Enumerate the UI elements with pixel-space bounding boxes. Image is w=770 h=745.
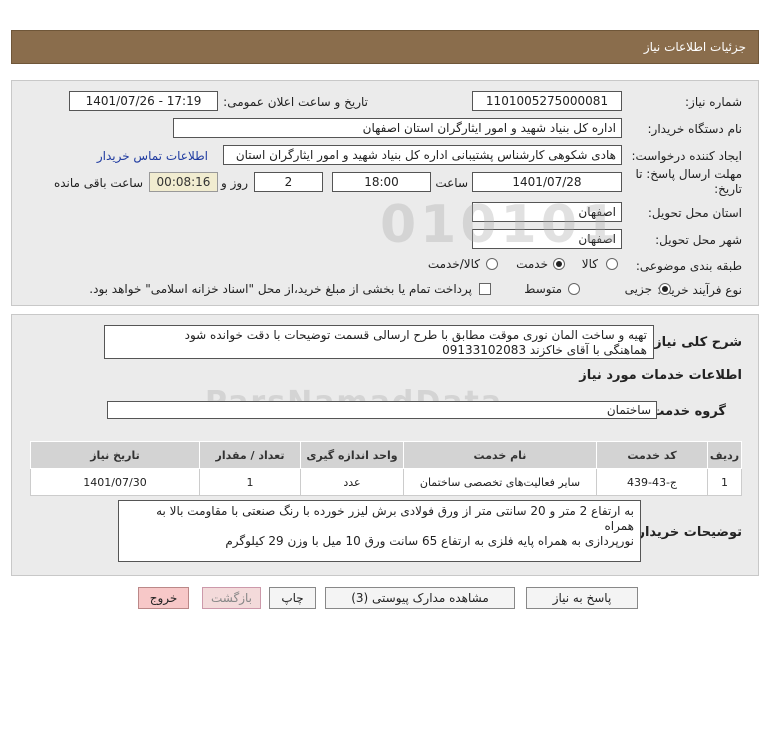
treasury-payment-note: پرداخت تمام یا بخشی از مبلغ خرید،از محل …: [89, 282, 472, 296]
deadline-date-field: 1401/07/28: [472, 172, 622, 192]
reply-button[interactable]: پاسخ به نیاز: [526, 587, 638, 609]
cell-unit: عدد: [300, 468, 404, 496]
buyer-notes-field: به ارتفاع 2 متر و 20 سانتی متر از ورق فو…: [118, 500, 641, 562]
print-button[interactable]: چاپ: [269, 587, 316, 609]
deadline-label: مهلت ارسال پاسخ: تا تاریخ:: [632, 167, 742, 197]
page-header: جزئیات اطلاعات نیاز: [11, 30, 759, 64]
process-option-minor: جزیی: [624, 282, 652, 296]
process-radio-medium[interactable]: [568, 283, 580, 295]
category-option-goods: کالا: [581, 257, 598, 271]
table-row: 1 ج-43-439 سایر فعالیت‌های تخصصی ساختمان…: [30, 468, 742, 496]
buyer-org-field: اداره کل بنیاد شهید و امور ایثارگران است…: [173, 118, 622, 138]
table-header-row: ردیف کد خدمت نام خدمت واحد اندازه گیری ت…: [30, 441, 742, 469]
province-field: اصفهان: [472, 202, 622, 222]
days-label: روز و: [221, 176, 248, 190]
buyer-notes-line-2: نورپردازی به همراه پایه فلزی به ارتفاع 6…: [225, 534, 634, 548]
treasury-payment-checkbox[interactable]: [479, 283, 491, 295]
category-radio-goods-service[interactable]: [486, 258, 498, 270]
cell-service-name: سایر فعالیت‌های تخصصی ساختمان: [403, 468, 597, 496]
process-radio-minor[interactable]: [659, 283, 671, 295]
services-info-heading: اطلاعات خدمات مورد نیاز: [579, 368, 742, 383]
city-label: شهر محل تحویل:: [655, 233, 742, 247]
buyer-notes-line-1: به ارتفاع 2 متر و 20 سانتی متر از ورق فو…: [156, 504, 634, 533]
col-service-code: کد خدمت: [596, 441, 708, 469]
deadline-time-label: ساعت: [435, 176, 468, 190]
col-unit: واحد اندازه گیری: [300, 441, 404, 469]
cell-row-number: 1: [707, 468, 742, 496]
buyer-contact-link[interactable]: اطلاعات تماس خریدار: [97, 149, 208, 163]
view-attachments-button[interactable]: مشاهده مدارک پیوستی (3): [325, 587, 515, 609]
general-desc-field: تهیه و ساخت المان نوری موقت مطابق با طرح…: [104, 325, 654, 359]
need-number-field: 1101005275000081: [472, 91, 622, 111]
services-table: ردیف کد خدمت نام خدمت واحد اندازه گیری ت…: [30, 441, 742, 496]
service-group-field: ساختمان: [107, 401, 657, 419]
exit-button[interactable]: خروج: [138, 587, 189, 609]
buyer-notes-label: توضیحات خریدار:: [632, 525, 742, 540]
announce-datetime-field: 1401/07/26 - 17:19: [69, 91, 218, 111]
back-button[interactable]: بازگشت: [202, 587, 261, 609]
page-title: جزئیات اطلاعات نیاز: [643, 40, 746, 54]
deadline-label-text: مهلت ارسال پاسخ: تا تاریخ:: [635, 167, 742, 196]
category-radio-service[interactable]: [553, 258, 565, 270]
requester-label: ایجاد کننده درخواست:: [631, 149, 742, 163]
days-field: 2: [254, 172, 323, 192]
col-service-name: نام خدمت: [403, 441, 597, 469]
province-label: استان محل تحویل:: [647, 206, 742, 220]
remaining-time-label: ساعت باقی مانده: [53, 176, 143, 190]
requester-field: هادی شکوهی کارشناس پشتیبانی اداره کل بنی…: [223, 145, 622, 165]
category-radio-goods[interactable]: [606, 258, 618, 270]
cell-quantity: 1: [199, 468, 301, 496]
service-group-label: گروه خدمت:: [646, 404, 726, 419]
remaining-time-field: 00:08:16: [149, 172, 218, 192]
general-desc-line-1: تهیه و ساخت المان نوری موقت مطابق با طرح…: [184, 328, 647, 342]
city-field: اصفهان: [472, 229, 622, 249]
process-option-medium: متوسط: [524, 282, 562, 296]
buyer-org-label: نام دستگاه خریدار:: [647, 122, 743, 136]
col-need-date: تاریخ نیاز: [30, 441, 200, 469]
announce-datetime-label: تاریخ و ساعت اعلان عمومی:: [223, 95, 368, 109]
general-desc-line-2: هماهنگی با آقای خاکزند 09133102083: [442, 343, 647, 357]
category-option-service: خدمت: [516, 257, 548, 271]
col-row-number: ردیف: [707, 441, 742, 469]
need-number-label: شماره نیاز:: [685, 95, 742, 109]
cell-service-code: ج-43-439: [596, 468, 708, 496]
col-quantity: تعداد / مقدار: [199, 441, 301, 469]
cell-need-date: 1401/07/30: [30, 468, 200, 496]
category-option-goods-service: کالا/خدمت: [427, 257, 480, 271]
deadline-time-field: 18:00: [332, 172, 431, 192]
general-desc-label: شرح کلی نیاز:: [648, 335, 742, 350]
category-label: طبقه بندی موضوعی:: [635, 259, 742, 273]
